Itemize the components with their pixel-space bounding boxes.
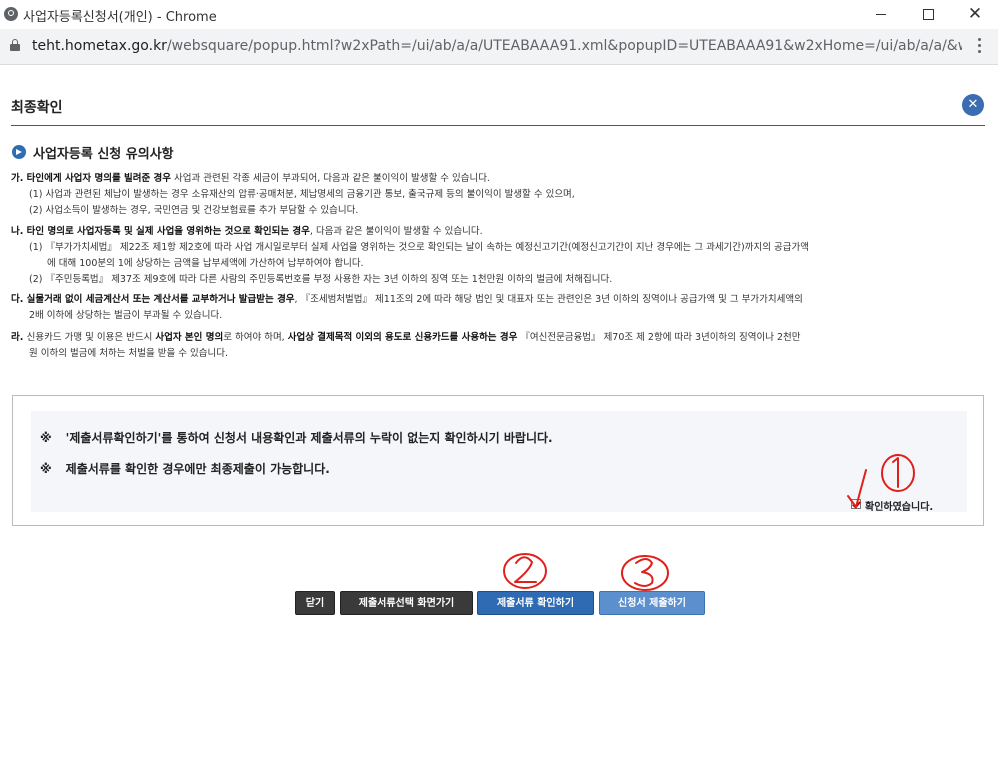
close-icon: ✕ (967, 4, 983, 24)
notice-da-cont: 2배 이하에 상당하는 벌금이 부과될 수 있습니다. (29, 310, 223, 321)
notice-ra-bold-2: 사업상 결제목적 이외의 용도로 신용카드를 사용하는 경우 (287, 332, 518, 343)
notice-na-text: , 다음과 같은 불이익이 발생할 수 있습니다. (309, 226, 483, 237)
notice-ra-bold-1: 사업자 본인 명의 (155, 332, 224, 343)
kebab-menu-icon[interactable] (978, 38, 982, 56)
check-documents-button[interactable]: 제출서류 확인하기 (477, 591, 594, 615)
confirm-box: ※ '제출서류확인하기'를 통하여 신청서 내용확인과 제출서류의 누락이 없는지… (12, 395, 984, 526)
header-divider (11, 125, 985, 126)
window-close-button[interactable]: ✕ (952, 0, 998, 29)
lock-icon (10, 39, 20, 51)
notice-ga-item-1: (1) 사업과 관련된 체납이 발생하는 경우 소유재산의 압류·공매처분, 체… (29, 189, 575, 200)
handwritten-annotations (503, 454, 915, 591)
minimize-button[interactable] (858, 0, 904, 29)
notice-ga-text: 사업과 관련된 각종 세금이 부과되어, 다음과 같은 불이익이 발생할 수 있… (171, 173, 490, 184)
confirm-line-1: ※ '제출서류확인하기'를 통하여 신청서 내용확인과 제출서류의 누락이 없는지… (40, 429, 553, 446)
confirm-checkbox[interactable] (851, 499, 861, 509)
reference-mark: ※ (40, 431, 52, 445)
chrome-app-icon (4, 7, 18, 21)
url-path: /websquare/popup.html?w2xPath=/ui/ab/a/a… (166, 38, 962, 54)
notice-ra-prefix: 라. (11, 332, 27, 343)
confirm-checkbox-label[interactable]: 확인하였습니다. (865, 498, 933, 513)
notice-ra-text-3: 『여신전문금융법』 제70조 제 2항에 따라 3년이하의 징역이나 2천만 (517, 332, 801, 343)
url-text[interactable]: teht.hometax.go.kr/websquare/popup.html?… (32, 38, 962, 54)
submit-application-button[interactable]: 신청서 제출하기 (599, 591, 705, 615)
address-bar[interactable]: teht.hometax.go.kr/websquare/popup.html?… (0, 29, 998, 65)
notice-da-prefix: 다. (11, 294, 27, 305)
notice-na-bold: 타인 명의로 사업자등록 및 실제 사업을 영위하는 것으로 확인되는 경우 (26, 226, 310, 237)
notice-ra: 라. 신용카드 가맹 및 이용은 반드시 사업자 본인 명의로 하여야 하며, … (11, 330, 800, 362)
annotation-digit-2 (514, 556, 537, 583)
popup-close-icon[interactable]: ✕ (962, 94, 984, 116)
minimize-icon (876, 14, 886, 15)
notice-na-item-1: (1) 『부가가치세법』 제22조 제1항 제2호에 따라 사업 개시일로부터 … (29, 242, 809, 253)
close-button[interactable]: 닫기 (295, 591, 335, 615)
reference-mark: ※ (40, 462, 52, 476)
goto-document-selection-button[interactable]: 제출서류선택 화면가기 (340, 591, 473, 615)
notice-na-prefix: 나. (11, 226, 27, 237)
url-host: teht.hometax.go.kr (32, 38, 167, 54)
arrow-circle-icon (12, 145, 26, 159)
annotation-circle-3 (621, 555, 669, 591)
notice-da-bold: 실물거래 없이 세금계산서 또는 계산서를 교부하거나 발급받는 경우 (26, 294, 295, 305)
notice-da-text: , 『조세범처벌법』 제11조의 2에 따라 해당 법인 및 대표자 또는 관련… (294, 294, 803, 305)
notice-na-item-1-cont: 에 대해 100분의 1에 상당하는 금액을 납부세액에 가산하여 납부하여야 … (47, 258, 364, 269)
notice-ra-text-2: 로 하여야 하며, (223, 332, 288, 343)
maximize-icon (922, 9, 934, 20)
confirm-line-1-text: '제출서류확인하기'를 통하여 신청서 내용확인과 제출서류의 누락이 없는지 … (65, 431, 553, 445)
maximize-button[interactable] (905, 0, 951, 29)
window-title-bar: 사업자등록신청서(개인) - Chrome ✕ (0, 0, 998, 29)
notice-ra-cont: 원 이하의 벌금에 처하는 처벌을 받을 수 있습니다. (29, 348, 228, 359)
annotation-digit-3 (634, 558, 654, 587)
notice-na-item-2: (2) 『주민등록법』 제37조 제9호에 따라 다른 사람의 주민등록번호를 … (29, 274, 613, 285)
notice-ra-text-1: 신용카드 가맹 및 이용은 반드시 (26, 332, 156, 343)
notice-ga-item-2: (2) 사업소득이 발생하는 경우, 국민연금 및 건강보험료를 추가 부담할 … (29, 205, 359, 216)
notice-na: 나. 타인 명의로 사업자등록 및 실제 사업을 영위하는 것으로 확인되는 경… (11, 224, 809, 288)
confirm-line-2: ※ 제출서류를 확인한 경우에만 최종제출이 가능합니다. (40, 460, 330, 477)
notice-da: 다. 실물거래 없이 세금계산서 또는 계산서를 교부하거나 발급받는 경우, … (11, 292, 803, 324)
notice-ga-prefix: 가. (11, 173, 27, 184)
annotation-circle-2 (503, 553, 547, 589)
confirm-line-2-text: 제출서류를 확인한 경우에만 최종제출이 가능합니다. (65, 462, 330, 476)
confirm-panel: ※ '제출서류확인하기'를 통하여 신청서 내용확인과 제출서류의 누락이 없는지… (31, 411, 967, 513)
popup-title: 최종확인 (11, 100, 63, 116)
notice-ga: 가. 타인에게 사업자 명의를 빌려준 경우 사업과 관련된 각종 세금이 부과… (11, 171, 575, 219)
section-title: 사업자등록 신청 유의사항 (33, 147, 174, 162)
window-title: 사업자등록신청서(개인) - Chrome (23, 10, 217, 25)
notice-ga-bold: 타인에게 사업자 명의를 빌려준 경우 (26, 173, 172, 184)
